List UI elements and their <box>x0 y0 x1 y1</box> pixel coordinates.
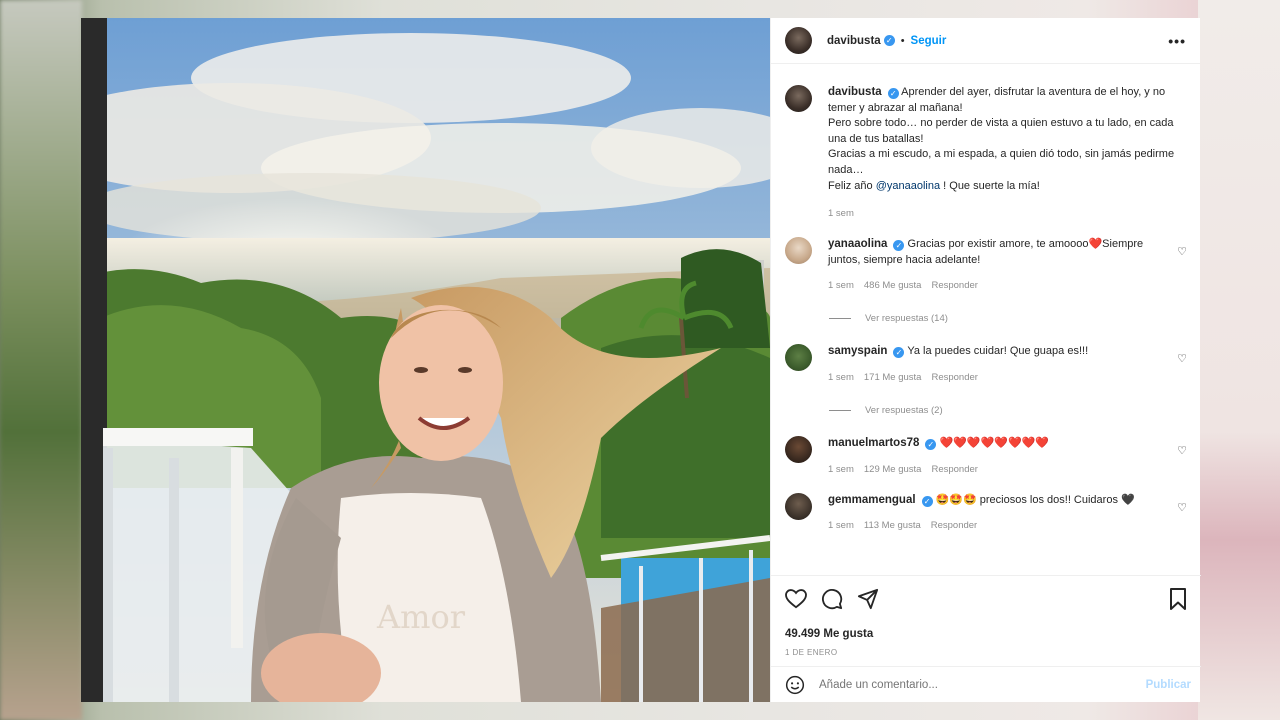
post-header: davibusta ✓ • Seguir ••• <box>771 18 1200 64</box>
caption-text: davibusta ✓ Aprender del ayer, disfrutar … <box>828 85 1178 194</box>
view-replies-button[interactable]: Ver respuestas (2) <box>829 405 1187 416</box>
caption-line-prefix: Feliz año <box>828 179 876 192</box>
comment-body: 🤩🤩🤩 preciosos los dos!! Cuidaros 🖤 <box>935 493 1135 506</box>
avatar[interactable] <box>785 27 812 54</box>
view-replies-label: Ver respuestas (14) <box>865 313 948 325</box>
emoji-icon[interactable] <box>785 675 805 695</box>
comment-username[interactable]: manuelmartos78 <box>828 437 919 449</box>
avatar[interactable] <box>785 492 812 520</box>
publish-button[interactable]: Publicar <box>1146 679 1191 691</box>
verified-badge-icon: ✓ <box>921 495 933 507</box>
comment-username[interactable]: gemmamengual <box>828 494 916 506</box>
action-icons <box>771 576 1201 612</box>
avatar[interactable] <box>785 344 812 372</box>
comment-input[interactable] <box>819 678 1119 691</box>
comment-body: Ya la puedes cuidar! Que guapa es!!! <box>907 345 1089 358</box>
comment-time[interactable]: 1 sem <box>828 464 854 475</box>
follow-button[interactable]: Seguir <box>911 35 947 47</box>
comment-meta: 1 sem 171 Me gusta Responder <box>828 372 1178 383</box>
background-left <box>0 0 82 720</box>
reply-button[interactable]: Responder <box>931 372 977 383</box>
comment-username[interactable]: yanaaolina <box>828 238 887 250</box>
verified-badge-icon: ✓ <box>893 347 905 359</box>
share-icon[interactable] <box>857 588 879 610</box>
bookmark-icon[interactable] <box>1169 588 1187 610</box>
avatar[interactable] <box>785 435 812 463</box>
separator-dot: • <box>900 34 905 47</box>
comment-item: samyspain ✓ Ya la puedes cuidar! Que guap… <box>785 344 1187 383</box>
instagram-post: Amor davibusta ✓ • Seguir ••• davibusta … <box>81 18 1201 702</box>
view-replies-label: Ver respuestas (2) <box>865 404 943 416</box>
replies-line <box>829 409 851 411</box>
post-date: 1 DE ENERO <box>785 648 838 657</box>
like-comment-heart-icon[interactable]: ♡ <box>1177 352 1187 365</box>
verified-badge-icon: ✓ <box>887 88 899 99</box>
view-replies-button[interactable]: Ver respuestas (14) <box>829 313 1187 324</box>
comment-time[interactable]: 1 sem <box>828 372 854 383</box>
comment-text: gemmamengual ✓ 🤩🤩🤩 preciosos los dos!! Cu… <box>828 493 1178 509</box>
comment-item: manuelmartos78 ✓ ❤️❤️❤️❤️❤️❤️❤️❤️ 1 sem 1… <box>785 435 1187 475</box>
author-username[interactable]: davibusta <box>827 35 881 47</box>
add-comment-bar: Publicar <box>771 666 1201 702</box>
comment-time[interactable]: 1 sem <box>828 520 854 531</box>
comment-meta: 1 sem 486 Me gusta Responder <box>828 280 1178 291</box>
verified-badge-icon: ✓ <box>893 240 905 252</box>
caption-username[interactable]: davibusta <box>828 86 882 98</box>
comment-icon[interactable] <box>821 588 843 610</box>
comment-text: samyspain ✓ Ya la puedes cuidar! Que guap… <box>828 344 1178 360</box>
reply-button[interactable]: Responder <box>931 280 977 291</box>
caption: davibusta ✓ Aprender del ayer, disfrutar … <box>785 85 1187 219</box>
like-comment-heart-icon[interactable]: ♡ <box>1177 501 1187 514</box>
like-comment-heart-icon[interactable]: ♡ <box>1177 444 1187 457</box>
post-side-panel: davibusta ✓ • Seguir ••• davibusta ✓ Apre… <box>770 18 1201 702</box>
post-actions: 49.499 Me gusta 1 DE ENERO Publicar <box>771 575 1201 702</box>
caption-meta: 1 sem <box>828 208 1178 219</box>
comment-likes[interactable]: 113 Me gusta <box>864 520 921 531</box>
caption-time[interactable]: 1 sem <box>828 208 854 219</box>
likes-count[interactable]: 49.499 Me gusta <box>771 612 1201 640</box>
comment-meta: 1 sem 129 Me gusta Responder <box>828 464 1178 475</box>
comment-text: yanaaolina ✓ Gracias por existir amore, t… <box>828 237 1178 268</box>
shirt-lettering: Amor <box>376 598 466 636</box>
avatar[interactable] <box>785 237 812 265</box>
caption-line-suffix: ! Que suerte la mía! <box>940 179 1040 192</box>
reply-button[interactable]: Responder <box>931 520 977 531</box>
comment-item: gemmamengual ✓ 🤩🤩🤩 preciosos los dos!! Cu… <box>785 492 1187 531</box>
caption-line: Gracias a mi escudo, a mi espada, a quie… <box>828 148 1175 176</box>
comment-time[interactable]: 1 sem <box>828 280 854 291</box>
avatar[interactable] <box>785 85 812 112</box>
comment-likes[interactable]: 129 Me gusta <box>864 464 922 475</box>
comments-list: davibusta ✓ Aprender del ayer, disfrutar … <box>771 65 1201 575</box>
more-options-icon[interactable]: ••• <box>1168 33 1186 49</box>
photo-illustration: Amor <box>81 18 770 702</box>
comment-body: ❤️❤️❤️❤️❤️❤️❤️❤️ <box>939 436 1050 449</box>
post-photo[interactable]: Amor <box>81 18 770 702</box>
caption-line: Pero sobre todo… no perder de vista a qu… <box>828 117 1174 145</box>
comment-likes[interactable]: 486 Me gusta <box>864 280 922 291</box>
verified-badge-icon: ✓ <box>883 35 895 46</box>
mention-link[interactable]: @yanaaolina <box>876 180 940 192</box>
comment-likes[interactable]: 171 Me gusta <box>864 372 922 383</box>
like-comment-heart-icon[interactable]: ♡ <box>1177 245 1187 258</box>
comment-meta: 1 sem 113 Me gusta Responder <box>828 520 1178 531</box>
verified-badge-icon: ✓ <box>925 438 937 450</box>
replies-line <box>829 318 851 320</box>
comment-text: manuelmartos78 ✓ ❤️❤️❤️❤️❤️❤️❤️❤️ <box>828 436 1178 452</box>
reply-button[interactable]: Responder <box>931 464 977 475</box>
background-right <box>1198 0 1280 720</box>
heart-icon[interactable] <box>785 589 807 609</box>
comment-username[interactable]: samyspain <box>828 345 887 357</box>
comment-item: yanaaolina ✓ Gracias por existir amore, t… <box>785 237 1187 291</box>
